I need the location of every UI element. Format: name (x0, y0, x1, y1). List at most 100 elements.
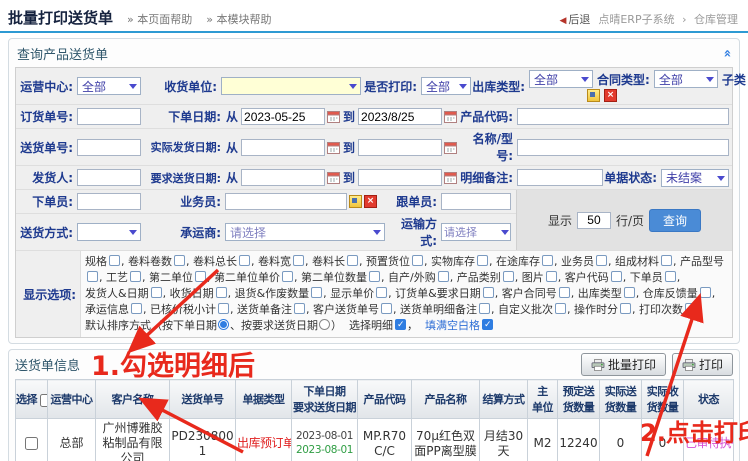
calendar-icon[interactable] (327, 110, 340, 123)
display-option-checkbox[interactable] (624, 287, 635, 298)
product-code-input[interactable] (517, 108, 729, 125)
display-option-checkbox[interactable] (546, 271, 557, 282)
display-option-label: 卷料卷数 (128, 255, 172, 268)
display-option-checkbox[interactable] (503, 271, 514, 282)
display-option-checkbox[interactable] (542, 255, 553, 266)
shipper-input[interactable] (77, 169, 141, 186)
option-tail-checkbox[interactable] (395, 319, 406, 330)
display-option-checkbox[interactable] (661, 255, 672, 266)
display-option-checkbox[interactable] (87, 271, 98, 282)
display-option-checkbox[interactable] (376, 287, 387, 298)
display-option-checkbox[interactable] (479, 303, 490, 314)
display-option-checkbox[interactable] (293, 255, 304, 266)
display-option-checkbox[interactable] (412, 255, 423, 266)
sort-label: ） (331, 319, 349, 332)
display-option-checkbox[interactable] (555, 303, 566, 314)
grid-header-0: 选择 (16, 380, 48, 419)
display-option-label: 已核价税小计 (150, 303, 216, 316)
sort-radio[interactable] (218, 319, 229, 330)
detail-remark-input[interactable] (517, 169, 603, 186)
name-model-input[interactable] (517, 139, 729, 156)
display-option-checkbox[interactable] (239, 255, 250, 266)
follower-input[interactable] (441, 193, 511, 210)
search-button[interactable]: 查询 (649, 209, 701, 232)
actual-ship-date-from-input[interactable] (241, 139, 325, 156)
delivery-no-input[interactable] (77, 139, 141, 156)
order-no-input[interactable] (77, 108, 141, 125)
actual-ship-date-to-input[interactable] (358, 139, 442, 156)
order-date-from-input[interactable] (241, 108, 325, 125)
display-option-checkbox[interactable] (611, 271, 622, 282)
calendar-icon[interactable] (444, 171, 457, 184)
doc-status-select[interactable]: 未结案 (661, 169, 729, 187)
display-option-checkbox[interactable] (381, 303, 392, 314)
collapse-icon[interactable]: « (719, 49, 734, 57)
outbound-type-select[interactable]: 全部 (529, 70, 593, 88)
display-option-checkbox[interactable] (665, 271, 676, 282)
calendar-icon[interactable] (444, 141, 457, 154)
display-option-checkbox[interactable] (477, 255, 488, 266)
delivery-method-label: 送货方式: (19, 224, 77, 241)
display-option-checkbox[interactable] (620, 303, 631, 314)
carrier-select[interactable]: 请选择 (225, 223, 385, 241)
display-option-checkbox[interactable] (347, 255, 358, 266)
display-option-checkbox[interactable] (294, 303, 305, 314)
clear-icon[interactable]: × (604, 89, 617, 102)
display-option-checkbox[interactable] (596, 255, 607, 266)
operation-center-select[interactable]: 全部 (77, 77, 141, 95)
display-option-checkbox[interactable] (685, 303, 696, 314)
option-tail-checkbox[interactable] (482, 319, 493, 330)
page: 批量打印送货单 » 本页面帮助 » 本模块帮助 ◀后退 点晴ERP子系统 › 仓… (0, 0, 748, 461)
picker-icon[interactable] (349, 195, 362, 208)
display-option-checkbox[interactable] (369, 271, 380, 282)
required-date-to-input[interactable] (358, 169, 442, 186)
display-option-checkbox[interactable] (311, 287, 322, 298)
batch-print-button[interactable]: 批量打印 (581, 353, 666, 376)
order-date-to-input[interactable] (358, 108, 442, 125)
order-clerk-input[interactable] (77, 193, 141, 210)
contract-type-select[interactable]: 全部 (654, 70, 718, 88)
display-option-label: 规格 (85, 255, 107, 268)
back-button[interactable]: ◀后退 (559, 11, 590, 27)
follower-label: 跟单员: (385, 193, 441, 210)
display-option-checkbox[interactable] (218, 303, 229, 314)
display-option-checkbox[interactable] (483, 287, 494, 298)
calendar-icon[interactable] (327, 141, 340, 154)
clear-icon[interactable]: × (364, 195, 377, 208)
transport-select[interactable]: 请选择 (441, 223, 511, 241)
calendar-icon[interactable] (327, 171, 340, 184)
display-option-checkbox[interactable] (174, 255, 185, 266)
display-option-checkbox[interactable] (559, 287, 570, 298)
select-all-checkbox[interactable] (40, 394, 48, 407)
display-option-checkbox[interactable] (438, 271, 449, 282)
page-help-link[interactable]: » 本页面帮助 (127, 11, 192, 27)
display-option-checkbox[interactable] (700, 287, 711, 298)
display-option-checkbox[interactable] (109, 255, 120, 266)
receiver-combo[interactable] (221, 77, 361, 95)
module-help-link[interactable]: » 本模块帮助 (206, 11, 271, 27)
delivery-method-select[interactable] (77, 223, 141, 241)
display-option-checkbox[interactable] (151, 287, 162, 298)
order-clerk-label: 下单员: (19, 193, 77, 210)
picker-icon[interactable] (587, 89, 600, 102)
display-option-label: 打印次数 (639, 303, 683, 316)
calendar-icon[interactable] (444, 110, 457, 123)
print-button[interactable]: 打印 (672, 353, 733, 376)
sort-radio[interactable] (319, 319, 330, 330)
display-option-checkbox[interactable] (195, 271, 206, 282)
row-select-checkbox[interactable] (25, 437, 38, 450)
breadcrumb-module[interactable]: 仓库管理 (694, 13, 738, 26)
printed-select[interactable]: 全部 (421, 77, 471, 95)
display-option-checkbox[interactable] (282, 271, 293, 282)
display-option-checkbox[interactable] (130, 271, 141, 282)
display-option-label: 送货单明细备注 (400, 303, 477, 316)
salesman-input[interactable] (225, 193, 347, 210)
required-date-from-input[interactable] (241, 169, 325, 186)
actual-ship-date-label: 实际发货日期: (141, 139, 225, 155)
display-option-checkbox[interactable] (131, 303, 142, 314)
display-option-checkbox[interactable] (216, 287, 227, 298)
page-size-input[interactable] (577, 212, 611, 229)
contract-type-label: 合同类型: (597, 71, 650, 88)
breadcrumb-system[interactable]: 点晴ERP子系统 (598, 13, 674, 26)
display-option-label: 产品型号 (680, 255, 724, 268)
